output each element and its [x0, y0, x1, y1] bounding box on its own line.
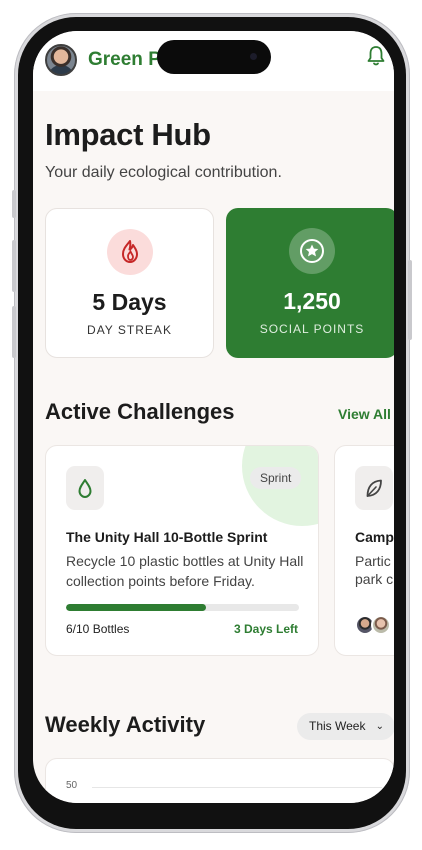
power-button — [408, 260, 412, 340]
volume-up-button — [12, 240, 16, 292]
star-icon — [289, 228, 335, 274]
y-axis-tick: 50 — [66, 780, 78, 791]
points-card[interactable]: 1,250 SOCIAL POINTS — [226, 208, 394, 358]
streak-card[interactable]: 5 Days DAY STREAK — [45, 208, 214, 358]
challenge-progress-fill — [66, 604, 206, 611]
challenge-title: The Unity Hall 10-Bottle Sprint — [66, 529, 268, 545]
water-drop-icon — [66, 466, 104, 510]
challenge-card[interactable]: Sprint The Unity Hall 10-Bottle Sprint R… — [45, 445, 319, 656]
week-selector-value: This Week — [309, 719, 366, 733]
avatar[interactable] — [45, 44, 77, 76]
mute-switch — [12, 190, 16, 218]
points-value: 1,250 — [283, 288, 341, 314]
volume-down-button — [12, 306, 16, 358]
brand-name: Green P — [88, 49, 158, 70]
challenge-description-line2: park c — [355, 571, 394, 587]
week-selector[interactable]: This Week ⌄ — [297, 713, 394, 740]
challenge-progress-bar — [66, 604, 299, 611]
grid-line — [92, 787, 382, 788]
weekly-activity-chart: 50 — [45, 758, 394, 803]
points-label: SOCIAL POINTS — [259, 322, 365, 336]
chevron-down-icon: ⌄ — [375, 721, 384, 732]
challenges-heading: Active Challenges — [45, 399, 235, 424]
app-screen: Green P Impact Hub Your daily ecological… — [33, 31, 394, 803]
bell-icon[interactable] — [366, 45, 386, 67]
page-subtitle: Your daily ecological contribution. — [45, 164, 282, 181]
streak-value: 5 Days — [92, 289, 167, 315]
participant-avatar — [371, 615, 391, 635]
weekly-activity-heading: Weekly Activity — [45, 712, 206, 737]
page-title: Impact Hub — [45, 117, 211, 152]
flame-icon — [106, 229, 153, 275]
dynamic-island — [157, 40, 271, 74]
view-all-link[interactable]: View All — [338, 406, 391, 422]
challenge-progress-label: 6/10 Bottles — [66, 622, 130, 636]
leaf-icon — [355, 466, 393, 510]
challenge-title: Camp — [355, 529, 394, 545]
streak-label: DAY STREAK — [87, 323, 172, 337]
challenge-card[interactable]: Camp Partic park c — [334, 445, 394, 656]
challenge-description: Partic — [355, 553, 391, 569]
challenge-description: Recycle 10 plastic bottles at Unity Hall… — [66, 553, 304, 589]
challenge-time-left: 3 Days Left — [233, 622, 298, 636]
challenge-type-badge: Sprint — [250, 467, 302, 489]
